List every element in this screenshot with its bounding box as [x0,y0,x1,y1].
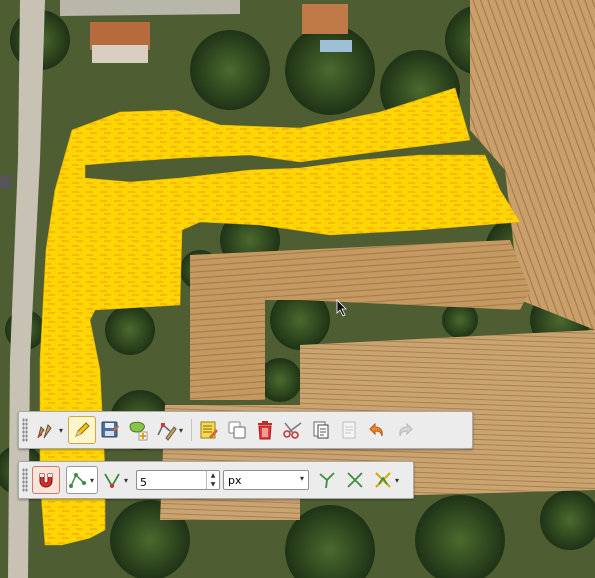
paste-features-button[interactable] [307,416,335,444]
save-edits-icon [101,421,119,438]
snapping-tolerance-spinbox[interactable]: ▲▼ [136,470,220,492]
toolbar-grip[interactable] [22,468,28,492]
cut-features-button[interactable] [279,416,307,444]
chevron-down-icon: ▾ [394,475,399,485]
delete-selected-button[interactable] [251,416,279,444]
spin-arrows-icon[interactable]: ▲ ▼ [206,471,219,489]
paste-disabled-button[interactable] [335,416,363,444]
edits-menu-icon [37,424,52,439]
undo-icon [369,422,383,437]
current-edits-button[interactable]: ▾ [32,416,68,444]
cut-features-icon [283,422,302,439]
topological-editing-button[interactable] [313,466,341,494]
redo-button[interactable] [391,416,419,444]
snap-vertex-segment-icon [68,473,86,488]
chevron-down-icon: ▾ [178,425,183,435]
save-edits-button[interactable] [96,416,124,444]
magnet-icon [39,473,53,488]
snap-vertex-icon [103,473,120,488]
vertex-tool-button[interactable]: ▾ [152,416,188,444]
toolbar-separator [191,419,192,441]
snapping-mode-button[interactable]: ▾ [66,466,98,494]
redo-icon [399,422,413,437]
copy-icon-disabled [342,421,356,439]
chevron-down-icon: ▾ [123,475,128,485]
chevron-down-icon: ▾ [58,425,63,435]
snapping-units-select[interactable]: px ▾ [223,470,309,490]
vertex-tool-icon [156,423,177,441]
intersection-icon [347,472,363,488]
snap-on-intersection-button[interactable]: ▾ [369,466,405,494]
modify-attributes-button[interactable] [195,416,223,444]
copy-features-icon [228,421,246,439]
snapping-tolerance-input[interactable] [137,473,211,492]
undo-button[interactable] [363,416,391,444]
paste-features-icon [313,421,329,439]
digitizing-toolbar: ▾ ▾ [18,411,473,449]
modify-attributes-icon [200,421,218,439]
topological-editing-icon [319,472,335,489]
toggle-editing-icon [75,422,90,437]
toggle-editing-button[interactable] [68,416,96,444]
snapping-units-value: px [228,473,242,487]
copy-features-button[interactable] [223,416,251,444]
delete-selected-icon [258,421,272,440]
snap-intersection-icon [374,472,391,488]
snapping-toolbar: ▾ ▾ ▲▼ px ▾ ▾ [18,461,414,499]
add-polygon-feature-button[interactable] [124,416,152,444]
snapping-type-button[interactable]: ▾ [100,466,132,494]
chevron-down-icon: ▾ [89,475,94,485]
chevron-down-icon: ▾ [299,474,304,483]
avoid-overlap-button[interactable] [341,466,369,494]
add-polygon-feature-icon [129,421,148,441]
enable-snapping-button[interactable] [32,466,60,494]
toolbar-grip[interactable] [22,418,28,442]
